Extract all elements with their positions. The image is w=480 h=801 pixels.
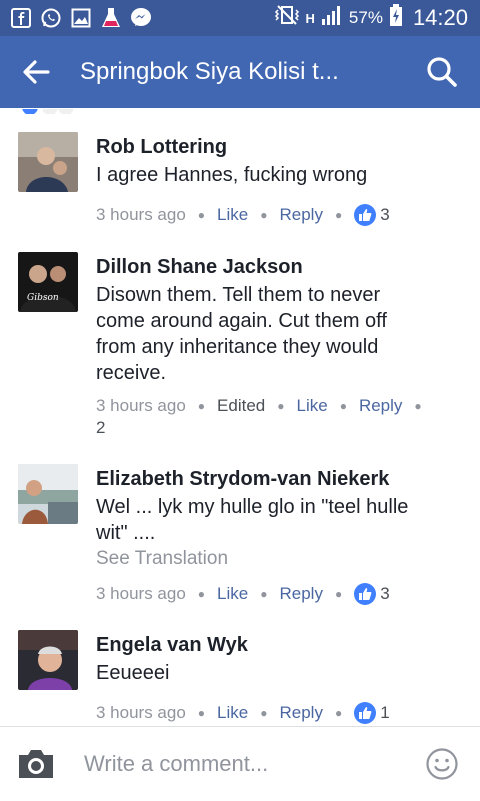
search-button[interactable] [412,36,472,108]
comment-line: come around again. Cut them off [96,310,387,332]
comment-meta: 3 hours ago ● Like ● Reply ● 1 [96,702,390,724]
comment-line: Eeueeei [96,662,170,684]
signal-icon [321,5,343,31]
comment-meta: 3 hours ago ● Edited ● Like ● Reply ● [96,396,434,416]
facebook-notification-icon [10,7,32,29]
comment-author[interactable]: Dillon Shane Jackson [96,256,303,279]
separator-dot: ● [260,587,268,601]
reaction-count[interactable]: 2 [96,418,105,438]
like-reaction-icon[interactable] [354,204,377,226]
avatar[interactable] [18,132,78,192]
separator-dot: ● [197,587,206,601]
messenger-notification-icon [130,7,152,29]
comment-timestamp: 3 hours ago [96,396,186,415]
separator-dot: ● [260,706,268,720]
comment-meta: 3 hours ago ● Like ● Reply ● 3 [96,583,390,605]
separator-dot: ● [334,706,343,720]
reaction-count[interactable]: 1 [380,703,389,723]
reply-link[interactable]: Reply [279,703,322,723]
comment-text: Wel ... lyk my hulle glo in "teel hulle … [96,494,456,546]
comment-author[interactable]: Rob Lottering [96,136,227,159]
search-icon [427,57,457,87]
emoji-button[interactable] [424,746,460,782]
avatar[interactable] [18,630,78,690]
camera-icon [19,750,53,778]
comment-line: I agree Hannes, fucking wrong [96,164,368,186]
edited-label[interactable]: Edited [217,396,265,416]
comment-line: wit" .... [96,522,156,544]
like-link[interactable]: Like [217,205,248,225]
separator-dot: ● [260,208,268,222]
back-arrow-icon [23,60,50,84]
comment-author[interactable]: Elizabeth Strydom-van Niekerk [96,468,389,491]
comment-line: Wel ... lyk my hulle glo in "teel hulle [96,496,409,518]
comment-text: I agree Hannes, fucking wrong [96,162,456,188]
separator-dot: ● [197,399,206,413]
avatar[interactable]: Gibson [18,252,78,312]
reply-link[interactable]: Reply [359,396,402,416]
separator-dot: ● [414,399,422,413]
comment-input[interactable]: Write a comment... [84,751,424,777]
back-button[interactable] [6,36,66,108]
like-link[interactable]: Like [217,703,248,723]
separator-dot: ● [197,706,206,720]
comment-timestamp: 3 hours ago [96,703,186,722]
like-link[interactable]: Like [297,396,328,416]
comment-meta-wrap: 2 [96,418,105,438]
comment-text: Eeueeei [96,660,456,686]
clock: 14:20 [412,5,468,30]
like-reaction-icon[interactable] [354,583,377,605]
comment-meta: 3 hours ago ● Like ● Reply ● 3 [96,204,390,226]
see-translation-link[interactable]: See Translation [96,548,228,570]
like-reaction-icon[interactable] [354,702,377,724]
battery-percent: 57% [348,8,383,27]
comment-timestamp: 3 hours ago [96,584,186,603]
reply-link[interactable]: Reply [279,584,322,604]
separator-dot: ● [277,399,285,413]
reaction-count[interactable]: 3 [380,205,389,225]
system-indicators: H 57% 14:20 [274,4,468,32]
comment-author[interactable]: Engela van Wyk [96,634,248,657]
reaction-count[interactable]: 3 [380,584,389,604]
vibrate-icon [274,5,300,31]
page-title: Springbok Siya Kolisi t... [80,58,339,85]
separator-dot: ● [197,208,206,222]
comment-timestamp: 3 hours ago [96,205,186,224]
like-link[interactable]: Like [217,584,248,604]
whatsapp-notification-icon [40,7,62,29]
comment-composer: Write a comment... [0,726,480,801]
comment-line: from any inheritance they would [96,336,379,358]
separator-dot: ● [334,208,343,222]
avatar[interactable] [18,464,78,524]
separator-dot: ● [334,587,343,601]
comment-line: Disown them. Tell them to never [96,284,381,306]
comment-text: Disown them. Tell them to never come aro… [96,282,456,386]
battery-charging-icon [389,4,403,32]
camera-button[interactable] [16,744,56,784]
notification-icons [10,7,152,29]
reply-link[interactable]: Reply [279,205,322,225]
flask-notification-icon [100,7,122,29]
comment-line: receive. [96,362,167,384]
status-bar: H 57% 14:20 [0,0,480,36]
network-type-label: H [305,10,315,26]
svg-text:Gibson: Gibson [27,293,59,303]
app-bar: Springbok Siya Kolisi t... [0,36,480,108]
separator-dot: ● [339,399,347,413]
previous-comment-peek [18,108,88,114]
gallery-notification-icon [70,7,92,29]
smiley-icon [426,748,458,780]
